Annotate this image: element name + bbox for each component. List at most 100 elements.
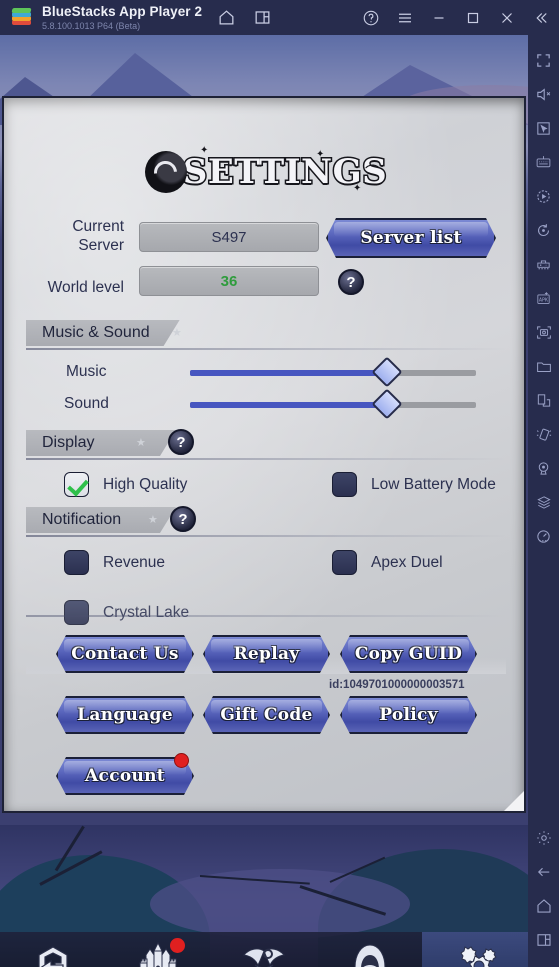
sound-slider[interactable]	[190, 388, 476, 420]
low-battery-row[interactable]: Low Battery Mode	[332, 472, 496, 497]
crystal-lake-label: Crystal Lake	[103, 603, 190, 621]
revenue-row[interactable]: Revenue	[64, 550, 165, 575]
sound-slider-handle[interactable]	[371, 388, 403, 420]
music-slider-handle[interactable]	[371, 356, 403, 388]
rotate-icon[interactable]	[528, 213, 559, 247]
mute-icon[interactable]	[528, 77, 559, 111]
bluestacks-sidebar: APK	[528, 35, 559, 967]
low-battery-mode-checkbox[interactable]	[332, 472, 357, 497]
titlebar-icon-group	[216, 8, 272, 28]
settings-gear-icon[interactable]	[528, 821, 559, 855]
display-help-icon[interactable]: ?	[168, 429, 194, 455]
multi-instance-icon[interactable]	[252, 8, 272, 28]
bottom-navbar: back Profile	[0, 932, 528, 967]
hooded-figure-icon	[350, 939, 390, 967]
svg-text:APK: APK	[539, 297, 548, 303]
profile-notification-badge	[170, 938, 186, 953]
apex-duel-row[interactable]: Apex Duel	[332, 550, 443, 575]
section-music-and-sound: Music & Sound ★	[26, 320, 506, 350]
section-title-music: Music & Sound	[26, 320, 180, 346]
star-icon-notification: ★	[148, 514, 158, 526]
screen: BlueStacks App Player 2 5.8.100.1013 P64…	[0, 0, 559, 967]
language-button[interactable]: Language	[56, 696, 194, 734]
high-quality-label: High Quality	[103, 475, 188, 493]
notification-help-icon[interactable]: ?	[170, 506, 196, 532]
contact-us-button[interactable]: Contact Us	[56, 635, 194, 673]
nav-back[interactable]: back	[0, 932, 106, 967]
music-slider[interactable]	[190, 356, 476, 388]
game-viewport: SETTINGS ︵ ✦ ✦ ✦ Current Server S497 Wor…	[0, 35, 528, 967]
home-icon[interactable]	[216, 8, 236, 28]
current-server-value[interactable]: S497	[139, 222, 319, 252]
copy-guid-button[interactable]: Copy GUID	[340, 635, 477, 673]
location-icon[interactable]	[528, 451, 559, 485]
star-icon: ★	[172, 327, 182, 339]
nav-career[interactable]: Career	[211, 932, 317, 967]
help-button[interactable]	[361, 8, 381, 28]
current-server-label-line1: Current	[72, 218, 124, 235]
android-home-icon[interactable]	[528, 889, 559, 923]
install-apk-icon[interactable]: APK	[528, 281, 559, 315]
multi-instance-manager-icon[interactable]	[528, 383, 559, 417]
star-icon-display: ★	[136, 437, 146, 449]
section-display: Display ★	[26, 430, 506, 460]
apex-duel-checkbox[interactable]	[332, 550, 357, 575]
revenue-checkbox[interactable]	[64, 550, 89, 575]
settings-panel: SETTINGS ︵ ✦ ✦ ✦ Current Server S497 Wor…	[2, 96, 526, 813]
macro-recorder-icon[interactable]	[528, 179, 559, 213]
back-arrow-door-icon	[33, 939, 73, 967]
app-title: BlueStacks App Player 2	[42, 3, 203, 19]
titlebar: BlueStacks App Player 2 5.8.100.1013 P64…	[0, 0, 559, 35]
server-list-button[interactable]: Server list	[326, 218, 496, 258]
sparkle-icon: ✦	[316, 149, 325, 160]
section-title-display: Display	[26, 430, 176, 456]
nav-profile[interactable]: Profile	[106, 932, 212, 967]
nav-avatar[interactable]: Avatar	[317, 932, 423, 967]
cursor-icon[interactable]	[528, 111, 559, 145]
android-back-icon[interactable]	[528, 855, 559, 889]
sparkle-icon-3: ✦	[200, 145, 209, 156]
guid-text: id:1049701000000003571	[329, 679, 465, 691]
maximize-button[interactable]	[463, 8, 483, 28]
keyboard-controls-icon[interactable]	[528, 145, 559, 179]
world-level-help-icon[interactable]: ?	[338, 269, 364, 295]
replay-button[interactable]: Replay	[203, 635, 330, 673]
revenue-label: Revenue	[103, 553, 166, 571]
panel-title-group: SETTINGS ︵ ✦ ✦ ✦	[4, 143, 524, 201]
layers-icon[interactable]	[528, 485, 559, 519]
collapse-sidebar-button[interactable]	[531, 8, 551, 28]
crystal-lake-checkbox[interactable]	[64, 600, 89, 625]
account-notification-badge	[174, 753, 189, 768]
moon-swirl-icon	[144, 151, 187, 193]
bluestacks-logo-icon	[11, 7, 32, 28]
close-button[interactable]	[497, 8, 517, 28]
policy-button[interactable]: Policy	[340, 696, 477, 734]
gamepad-icon[interactable]	[528, 247, 559, 281]
window-title-group: BlueStacks App Player 2 5.8.100.1013 P64…	[42, 4, 202, 32]
gift-code-button[interactable]: Gift Code	[203, 696, 330, 734]
account-button[interactable]: Account	[56, 757, 194, 795]
sparkle-icon-2: ✦	[353, 183, 362, 194]
shake-icon[interactable]	[528, 417, 559, 451]
screenshot-icon[interactable]	[528, 315, 559, 349]
section-divider	[26, 615, 506, 617]
low-battery-mode-label: Low Battery Mode	[371, 475, 496, 493]
music-slider-label: Music	[66, 363, 107, 380]
nav-settings[interactable]: Settings	[422, 932, 528, 967]
world-level-label: World level	[47, 279, 124, 296]
bat-icon: ︵	[364, 154, 380, 171]
android-recents-icon[interactable]	[528, 923, 559, 957]
media-manager-icon[interactable]	[528, 349, 559, 383]
high-quality-row[interactable]: High Quality	[64, 472, 187, 497]
high-quality-checkbox[interactable]	[64, 472, 89, 497]
app-version: 5.8.100.1013 P64 (Beta)	[42, 20, 141, 31]
crystal-lake-row[interactable]: Crystal Lake	[64, 600, 189, 625]
gears-icon	[453, 939, 497, 967]
performance-icon[interactable]	[528, 519, 559, 553]
menu-button[interactable]	[395, 8, 415, 28]
wings-book-icon	[241, 939, 287, 967]
fullscreen-icon[interactable]	[528, 43, 559, 77]
window-controls	[361, 0, 551, 35]
minimize-button[interactable]	[429, 8, 449, 28]
sound-slider-label: Sound	[64, 395, 109, 412]
